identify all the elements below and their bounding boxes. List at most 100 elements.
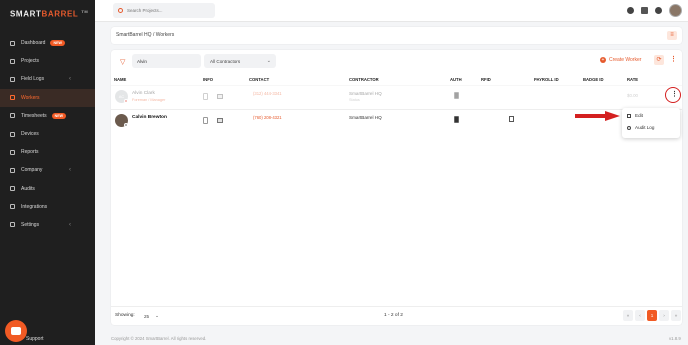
chevron-left-icon: ‹ (69, 221, 71, 228)
column-header-payroll-id[interactable]: PAYROLL ID (534, 77, 559, 82)
sidebar-item-workers[interactable]: Workers (0, 88, 95, 107)
workers-table-card: ▽ All Contractors ⌄ + Create Worker ⟳ ⋮ … (111, 50, 682, 325)
magnifier-icon (627, 125, 631, 130)
menu-item-edit[interactable]: Edit (627, 113, 643, 118)
contractor-select-value: All Contractors (210, 58, 241, 64)
devices-icon (10, 131, 15, 137)
sidebar-item-label: Dashboard (21, 40, 46, 47)
rfid-icon (509, 116, 514, 122)
sidebar-item-label: Projects (21, 58, 40, 65)
per-page-select[interactable]: 25 ⌄ (140, 310, 162, 322)
new-badge: NEW (51, 112, 67, 119)
sidebar-item-label: Company (21, 167, 43, 174)
sidebar-item-integrations[interactable]: Integrations (0, 198, 95, 216)
help-icon[interactable] (627, 7, 634, 14)
audits-icon (10, 186, 15, 192)
create-worker-label: Create Worker (609, 57, 642, 63)
worker-contractor: SmartBarrel HQ (349, 115, 382, 120)
page-button-current[interactable]: 1 (647, 310, 657, 321)
name-filter-input[interactable] (137, 58, 195, 64)
annotation-arrow (575, 111, 620, 121)
menu-item-audit-log[interactable]: Audit Log (627, 125, 654, 130)
menu-item-label: Edit (635, 113, 643, 118)
sidebar-item-audits[interactable]: Audits (0, 180, 95, 198)
worker-contractor: SmartBarrel HQ (349, 91, 382, 96)
brand-logo[interactable]: SMARTBARREL TM (10, 9, 88, 19)
breadcrumb-bar: SmartBarrel HQ / Workers ≡ (111, 27, 682, 44)
sidebar-item-label: Devices (21, 131, 39, 138)
sidebar-item-field-logs[interactable]: Field Logs ‹ (0, 70, 95, 88)
filter-icon[interactable]: ▽ (120, 58, 125, 66)
row-actions-button[interactable]: ⋮ (671, 90, 678, 98)
company-icon (10, 167, 15, 173)
sidebar: SMARTBARREL TM Dashboard NEW Projects Fie… (0, 0, 95, 345)
auth-device-icon (454, 116, 459, 123)
column-header-badge-id[interactable]: BADGE ID (583, 77, 603, 82)
arrow-head (605, 111, 620, 121)
new-badge: NEW (50, 40, 65, 47)
sidebar-item-devices[interactable]: Devices (0, 125, 95, 143)
table-footer: Showing: 25 ⌄ 1 - 2 of 2 « ‹ 1 › » (111, 306, 682, 325)
create-worker-button[interactable]: + Create Worker (600, 57, 641, 63)
sidebar-item-projects[interactable]: Projects (0, 52, 95, 70)
row-actions-menu: Edit Audit Log (622, 108, 680, 138)
field-logs-icon (10, 76, 15, 82)
user-avatar[interactable] (669, 4, 682, 17)
sidebar-item-dashboard[interactable]: Dashboard NEW (0, 34, 95, 52)
prev-page-button[interactable]: ‹ (635, 310, 645, 321)
sidebar-item-timesheets[interactable]: Timesheets NEW (0, 107, 95, 125)
copyright: Copyright © 2024 SmartBarrel. All rights… (111, 336, 207, 341)
collapse-toggle-button[interactable]: ≡ (667, 31, 677, 40)
arrow-shaft (575, 114, 607, 118)
column-header-rate[interactable]: RATE (627, 77, 638, 82)
column-header-info[interactable]: INFO (203, 77, 213, 82)
first-page-button[interactable]: « (623, 310, 633, 321)
chevron-left-icon: ‹ (69, 76, 71, 83)
search-input[interactable] (127, 8, 207, 13)
chat-bubble-icon (11, 327, 21, 335)
sidebar-item-label: Settings (21, 221, 40, 228)
more-options-button[interactable]: ⋮ (670, 55, 677, 65)
sidebar-item-label: Integrations (21, 203, 48, 210)
support-label[interactable]: Support (26, 336, 44, 342)
worker-rate: $0.00 (627, 93, 638, 98)
integrations-icon (10, 204, 15, 210)
column-header-auth[interactable]: AUTH (450, 77, 462, 82)
search-icon (118, 8, 123, 13)
worker-contractor-status: Status (349, 98, 360, 102)
pagination-range: 1 - 2 of 2 (384, 313, 403, 318)
column-header-contact[interactable]: CONTACT (249, 77, 269, 82)
project-search[interactable] (113, 3, 215, 18)
chevron-down-icon: ⌄ (155, 313, 159, 318)
reports-icon (10, 149, 15, 155)
refresh-button[interactable]: ⟳ (654, 55, 664, 65)
sidebar-item-label: Audits (21, 185, 35, 192)
topbar (95, 0, 688, 22)
worker-phone[interactable]: (760) 208-4321 (253, 115, 282, 120)
phone-device-icon (203, 117, 208, 124)
worker-role: Foreman / Manager (132, 98, 166, 102)
worker-name[interactable]: Alvin Clark (132, 91, 155, 96)
table-row[interactable]: AC Alvin Clark Foreman / Manager (312) 4… (111, 85, 682, 109)
column-header-contractor[interactable]: CONTRACTOR (349, 77, 379, 82)
column-header-name[interactable]: NAME (114, 77, 126, 82)
sidebar-nav: Dashboard NEW Projects Field Logs ‹ Work… (0, 34, 95, 234)
timesheets-icon (10, 113, 15, 119)
last-page-button[interactable]: » (671, 310, 681, 321)
column-header-rfid[interactable]: RFID (481, 77, 491, 82)
contractor-select[interactable]: All Contractors ⌄ (204, 54, 276, 68)
sidebar-item-reports[interactable]: Reports (0, 143, 95, 161)
sidebar-item-label: Workers (21, 94, 40, 101)
support-chat-button[interactable] (5, 320, 27, 342)
topbar-icons (627, 4, 682, 17)
worker-phone[interactable]: (312) 444-3341 (253, 91, 282, 96)
sidebar-item-company[interactable]: Company ‹ (0, 161, 95, 179)
worker-name[interactable]: Calvin Brewton (132, 115, 167, 120)
sidebar-item-label: Timesheets (21, 112, 47, 119)
gear-icon[interactable] (655, 7, 662, 14)
chevron-down-icon: ⌄ (266, 58, 271, 64)
sidebar-item-settings[interactable]: Settings ‹ (0, 216, 95, 234)
grid-icon[interactable] (641, 7, 648, 14)
next-page-button[interactable]: › (659, 310, 669, 321)
name-filter[interactable] (132, 54, 201, 68)
